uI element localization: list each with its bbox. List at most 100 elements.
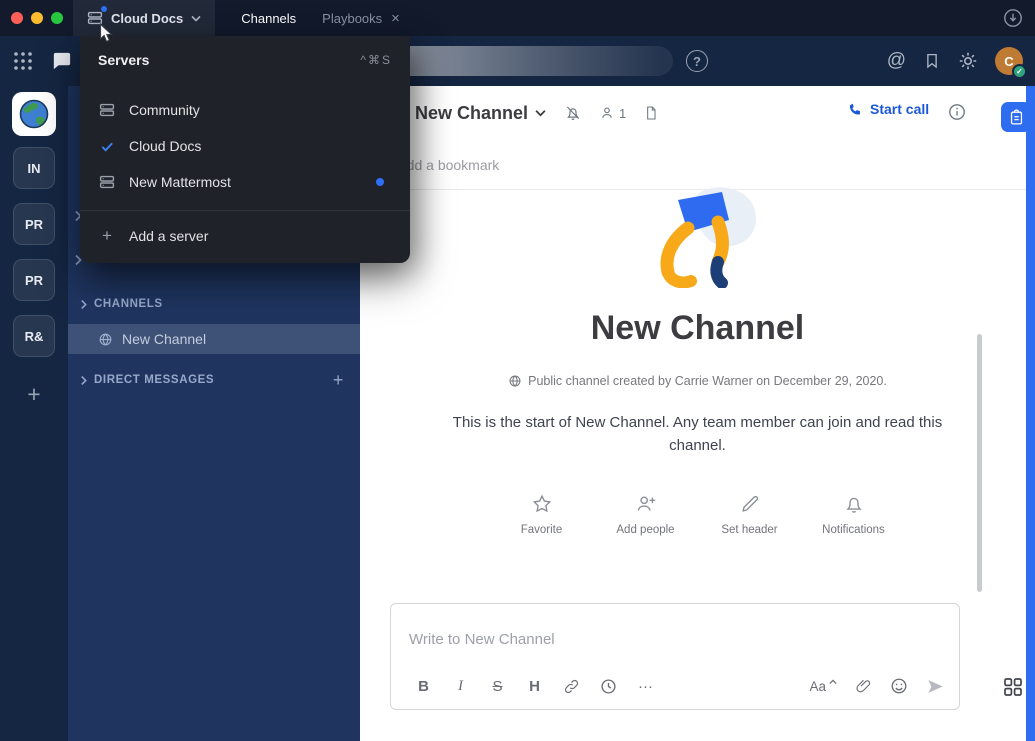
global-header-actions: @ C ✓ (887, 36, 1023, 86)
channel-title-dropdown[interactable]: New Channel (415, 103, 546, 124)
start-call-button[interactable]: Start call (848, 101, 929, 117)
main-content: New Channel 1 Start call (360, 86, 1035, 741)
heading-button[interactable]: H (516, 671, 553, 701)
bell-icon (843, 493, 865, 515)
favorite-button[interactable]: Favorite (504, 493, 580, 536)
menu-divider (80, 210, 410, 211)
notifications-button[interactable]: Notifications (816, 493, 892, 536)
message-composer: B I S H ··· Aa (390, 603, 960, 710)
add-people-label: Add people (616, 524, 674, 536)
channel-intro-illustration (632, 186, 764, 293)
server-icon (87, 10, 103, 26)
server-icon (98, 102, 116, 118)
team-button-1[interactable]: IN (13, 147, 55, 189)
send-message-icon[interactable] (926, 677, 945, 696)
search-input[interactable] (395, 46, 673, 76)
settings-gear-icon[interactable] (958, 51, 978, 71)
team-button-4[interactable]: R& (13, 315, 55, 357)
mentions-icon[interactable]: @ (887, 50, 906, 72)
channel-header: New Channel 1 Start call (360, 86, 1035, 140)
menu-item-community[interactable]: Community (80, 92, 410, 128)
channel-intro-actions: Favorite Add people Set header Notificat… (360, 493, 1035, 536)
widget-grid-icon[interactable] (1003, 677, 1023, 697)
pencil-icon (739, 493, 761, 515)
attach-file-icon[interactable] (855, 678, 872, 695)
status-online-badge: ✓ (1012, 64, 1027, 79)
globe-icon (508, 374, 522, 388)
help-icon[interactable]: ? (686, 50, 708, 72)
italic-button[interactable]: I (442, 671, 479, 701)
globe-channel-icon (98, 332, 113, 347)
add-person-icon (634, 493, 658, 515)
add-direct-message-icon[interactable]: + (333, 370, 344, 391)
chevron-down-icon (535, 109, 546, 117)
notifications-muted-icon[interactable] (564, 104, 582, 122)
menu-item-label: New Mattermost (129, 174, 231, 190)
active-team-avatar[interactable] (12, 92, 56, 136)
zoom-window-button[interactable] (51, 12, 63, 24)
channel-header-icons: 1 (564, 104, 659, 122)
menu-item-new-mattermost[interactable]: New Mattermost (80, 164, 410, 200)
server-icon (98, 174, 116, 190)
chevron-down-icon (191, 15, 201, 22)
user-avatar[interactable]: C ✓ (995, 47, 1023, 75)
emoji-icon[interactable] (890, 677, 908, 695)
clock-icon[interactable] (590, 671, 627, 701)
add-bookmark-label[interactable]: Add a bookmark (397, 157, 499, 173)
saved-posts-icon[interactable] (923, 52, 941, 70)
server-dropdown-button[interactable]: Cloud Docs (73, 0, 215, 36)
add-server-label: Add a server (129, 228, 208, 244)
direct-messages-section-header[interactable]: DIRECT MESSAGES + (80, 372, 344, 388)
start-call-label: Start call (870, 101, 929, 117)
avatar-initial: C (1004, 54, 1013, 69)
composer-toolbar: B I S H ··· Aa (391, 663, 959, 709)
section-chevron-icon (80, 299, 87, 310)
scrollbar[interactable] (977, 334, 982, 592)
text-format-toggle[interactable]: Aa (809, 679, 837, 694)
close-window-button[interactable] (11, 12, 23, 24)
dropdown-title: Servers (98, 52, 149, 68)
notifications-label: Notifications (822, 524, 885, 536)
channel-meta: Public channel created by Carrie Warner … (360, 374, 1035, 388)
channel-meta-text: Public channel created by Carrie Warner … (528, 374, 887, 388)
add-server-button[interactable]: + Add a server (80, 217, 410, 255)
team-button-3[interactable]: PR (13, 259, 55, 301)
tab-channels-label: Channels (241, 11, 296, 26)
files-icon[interactable] (643, 105, 659, 121)
playbooks-app-icon[interactable] (1001, 102, 1031, 132)
more-formatting-icon[interactable]: ··· (627, 671, 664, 701)
tab-playbooks-label: Playbooks (322, 11, 382, 26)
dropdown-header: Servers ^⌘S (80, 36, 410, 78)
channels-product-icon[interactable] (50, 49, 73, 72)
member-icon (599, 105, 615, 121)
titlebar: Cloud Docs Channels Playbooks × (0, 0, 1035, 36)
channel-members-button[interactable]: 1 (599, 105, 626, 121)
channel-name-label: New Channel (122, 331, 206, 347)
link-icon[interactable] (553, 671, 590, 701)
caret-up-icon (829, 679, 837, 685)
add-team-button[interactable]: + (13, 380, 55, 408)
close-tab-icon[interactable]: × (391, 11, 400, 26)
section-chevron-icon (80, 375, 87, 386)
dm-section-label: DIRECT MESSAGES (94, 374, 214, 386)
channels-section-label: CHANNELS (94, 298, 163, 310)
tab-channels[interactable]: Channels (241, 11, 296, 26)
tab-playbooks[interactable]: Playbooks × (322, 11, 400, 26)
set-header-label: Set header (721, 524, 777, 536)
sidebar-item-new-channel[interactable]: New Channel (68, 324, 360, 354)
minimize-window-button[interactable] (31, 12, 43, 24)
strikethrough-button[interactable]: S (479, 671, 516, 701)
server-tab-label: Cloud Docs (111, 11, 183, 26)
set-header-button[interactable]: Set header (712, 493, 788, 536)
team-button-2[interactable]: PR (13, 203, 55, 245)
bold-button[interactable]: B (405, 671, 442, 701)
message-input[interactable] (391, 604, 959, 658)
downloads-icon[interactable] (1003, 8, 1023, 28)
plus-icon: + (98, 226, 116, 246)
channels-section-header[interactable]: CHANNELS (80, 296, 344, 312)
add-people-button[interactable]: Add people (608, 493, 684, 536)
menu-item-cloud-docs[interactable]: Cloud Docs (80, 128, 410, 164)
channel-info-icon[interactable] (948, 103, 966, 121)
globe-team-icon (17, 97, 51, 131)
product-switcher-icon[interactable] (12, 50, 34, 72)
